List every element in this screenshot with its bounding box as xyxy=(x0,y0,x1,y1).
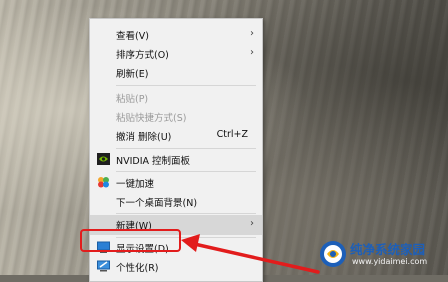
nvidia-icon xyxy=(97,153,110,165)
menu-item-label: NVIDIA 控制面板 xyxy=(116,156,191,167)
menu-separator xyxy=(116,213,256,214)
submenu-arrow-icon: › xyxy=(250,218,254,229)
menu-item-paste: 粘贴(P) xyxy=(90,88,262,106)
highlight-box xyxy=(80,229,181,252)
accelerate-icon xyxy=(97,176,110,188)
menu-item-label: 粘贴快捷方式(S) xyxy=(116,113,187,124)
menu-item-paste-shortcut: 粘贴快捷方式(S) xyxy=(90,107,262,125)
menu-item-label: 个性化(R) xyxy=(116,263,159,274)
menu-separator xyxy=(116,148,256,149)
menu-item-label: 排序方式(O) xyxy=(116,50,169,61)
site-watermark: 纯净系统家园 www.yidaimei.com xyxy=(319,238,443,272)
menu-separator xyxy=(116,171,256,172)
menu-item-one-click-accelerate[interactable]: 一键加速 xyxy=(90,173,262,191)
personalize-icon xyxy=(97,260,110,272)
menu-item-view[interactable]: 查看(V) › xyxy=(90,25,262,43)
submenu-arrow-icon: › xyxy=(250,28,254,39)
watermark-title: 纯净系统家园 xyxy=(350,242,426,257)
watermark-logo-icon xyxy=(320,241,346,267)
annotation-arrow-icon xyxy=(181,234,320,274)
menu-item-label: 下一个桌面背景(N) xyxy=(116,198,198,209)
menu-item-sort-by[interactable]: 排序方式(O) › xyxy=(90,44,262,62)
menu-item-next-desktop-background[interactable]: 下一个桌面背景(N) xyxy=(90,192,262,210)
menu-item-label: 粘贴(P) xyxy=(116,94,149,105)
menu-item-undo-delete[interactable]: 撤消 删除(U) Ctrl+Z xyxy=(90,126,262,144)
menu-separator xyxy=(116,85,256,86)
menu-item-label: 撤消 删除(U) xyxy=(116,132,172,143)
menu-item-label: 查看(V) xyxy=(116,31,149,42)
watermark-url: www.yidaimei.com xyxy=(352,257,428,266)
menu-item-shortcut: Ctrl+Z xyxy=(216,129,248,140)
menu-item-label: 刷新(E) xyxy=(116,69,149,80)
menu-item-refresh[interactable]: 刷新(E) xyxy=(90,63,262,81)
menu-item-nvidia-control-panel[interactable]: NVIDIA 控制面板 xyxy=(90,150,262,168)
menu-item-label: 一键加速 xyxy=(116,179,155,190)
submenu-arrow-icon: › xyxy=(250,47,254,58)
